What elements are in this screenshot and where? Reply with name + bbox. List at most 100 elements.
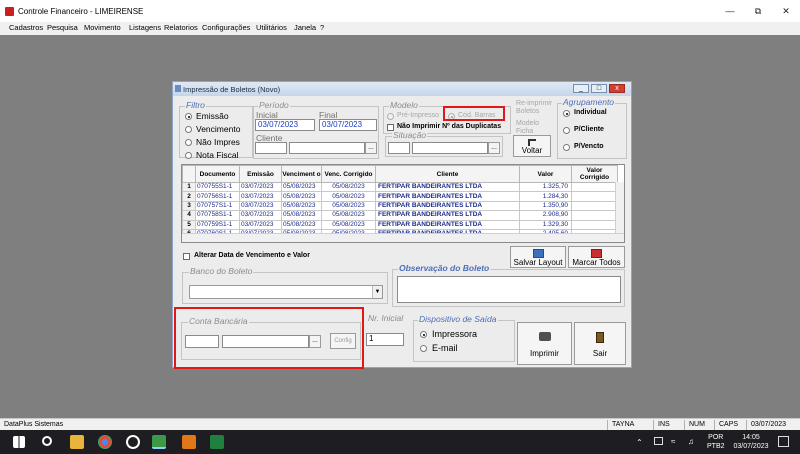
marcar-todos-button[interactable]: Marcar Todos (568, 246, 625, 268)
notification-icon[interactable] (778, 436, 789, 447)
pre-impresso-radio[interactable] (387, 113, 394, 120)
tray-wifi-icon[interactable]: ≈ (671, 437, 675, 446)
agrup-individual-radio[interactable] (563, 110, 570, 117)
situacao-name-input[interactable] (412, 142, 488, 154)
menu-relatorios[interactable]: Relatorios (164, 23, 198, 32)
grid-header-emissao[interactable]: Emissão (239, 165, 282, 183)
voltar-button[interactable]: Voltar (513, 135, 551, 157)
status-bar: DataPlus Sistemas TAYNA INS NUM CAPS 03/… (0, 418, 800, 430)
filtro-vencimento-radio[interactable] (185, 126, 192, 133)
tray-language[interactable]: POR PTB2 (707, 433, 725, 451)
menu-listagens[interactable]: Listagens (129, 23, 161, 32)
filtro-nao-impres-radio[interactable] (185, 139, 192, 146)
data-inicial-input[interactable]: 03/07/2023 (255, 119, 315, 131)
agrup-vencto-radio[interactable] (563, 144, 570, 151)
menu-pesquisa[interactable]: Pesquisa (47, 23, 78, 32)
menu-configuracoes[interactable]: Configurações (202, 23, 250, 32)
row-number: 3 (182, 200, 196, 212)
grid-header-indicator (182, 165, 196, 183)
table-row[interactable]: 3 070757S1-1 03/07/2023 05/08/2023 05/08… (182, 200, 618, 212)
situacao-legend: Situação (392, 130, 428, 140)
situacao-code-input[interactable] (388, 142, 410, 154)
alterar-data-checkbox[interactable] (183, 253, 190, 260)
imprimir-label: Imprimir (530, 349, 559, 358)
tray-lang-code: POR (708, 434, 724, 441)
menu-cadastros[interactable]: Cadastros (9, 23, 43, 32)
menu-help[interactable]: ? (320, 23, 324, 32)
row-number: 1 (182, 181, 196, 193)
cell-vencimento: 05/08/2023 (281, 191, 322, 202)
imprimir-button[interactable]: Imprimir (517, 322, 572, 365)
app-title: Controle Financeiro - LIMEIRENSE (18, 7, 144, 16)
app-icon (5, 7, 14, 16)
dialog-minimize-icon[interactable]: _ (573, 84, 589, 93)
banco-legend: Banco do Boleto (189, 266, 254, 276)
dialog-maximize-icon[interactable]: □ (591, 84, 607, 93)
grid-header-vencimento[interactable]: Venciment o (281, 165, 322, 183)
nao-imprimir-label: Não Imprimir Nº das Duplicatas (397, 123, 502, 130)
financeiro-app-icon[interactable] (152, 435, 166, 449)
salvar-layout-button[interactable]: Salvar Layout (510, 246, 566, 268)
close-icon[interactable]: ✕ (778, 6, 794, 16)
cell-valor: 1.329,30 (519, 219, 572, 230)
excel-icon[interactable] (210, 435, 224, 449)
save-layout-icon (532, 249, 544, 258)
nr-inicial-input[interactable]: 1 (366, 333, 404, 346)
table-row[interactable]: 2 070756S1-1 03/07/2023 05/08/2023 05/08… (182, 191, 618, 202)
filtro-nota-fiscal-radio[interactable] (185, 152, 192, 159)
menu-janela[interactable]: Janela (294, 23, 316, 32)
nr-inicial-label: Nr. Inicial (367, 313, 405, 323)
cell-vencimento: 05/08/2023 (281, 200, 322, 212)
grid-header-documento[interactable]: Documento (195, 165, 240, 183)
search-icon[interactable] (42, 436, 52, 446)
chevron-down-icon: ▼ (372, 286, 382, 298)
cell-emissao: 03/07/2023 (239, 191, 282, 202)
impressora-radio[interactable] (420, 331, 427, 338)
grid-horizontal-scrollbar[interactable] (182, 233, 624, 242)
agrup-cliente-radio[interactable] (563, 127, 570, 134)
cliente-name-input[interactable] (289, 142, 365, 154)
situacao-search-button[interactable]: ... (488, 142, 500, 154)
tray-network-icon[interactable] (654, 437, 663, 445)
grid-header-valor[interactable]: Valor (519, 165, 572, 183)
file-explorer-icon[interactable] (70, 435, 84, 449)
cell-valor-corrigido (571, 181, 618, 193)
tray-volume-icon[interactable]: ♫ (688, 437, 694, 446)
tray-layout-code: PTB2 (707, 443, 725, 450)
dispositivo-group: Dispositivo de Saída Impressora E-mail (413, 315, 515, 362)
tray-chevron-up-icon[interactable]: ⌃ (636, 438, 643, 447)
cell-valor: 1.350,90 (519, 200, 572, 212)
cell-emissao: 03/07/2023 (239, 200, 282, 212)
grid-header-valor-corrigido[interactable]: Valor Corrigido (571, 165, 618, 183)
cliente-search-button[interactable]: ... (365, 142, 377, 154)
pre-impresso-label: Pré-Impresso (397, 112, 440, 119)
email-label: E-mail (432, 343, 458, 353)
windows-start-icon[interactable] (13, 436, 25, 448)
observacao-group: Observação do Boleto (392, 264, 625, 307)
chrome-icon[interactable] (98, 435, 112, 449)
email-radio[interactable] (420, 345, 427, 352)
restore-icon[interactable]: ⧉ (750, 6, 766, 16)
minimize-icon[interactable]: — (722, 6, 738, 16)
grid-header-venc-corrigido[interactable]: Venc. Corrigido (321, 165, 376, 183)
menu-utilitarios[interactable]: Utilitários (256, 23, 287, 32)
cell-valor-corrigido (571, 210, 618, 221)
table-row[interactable]: 4 070758S1-1 03/07/2023 05/08/2023 05/08… (182, 210, 618, 221)
menu-movimento[interactable]: Movimento (84, 23, 121, 32)
observacao-textarea[interactable] (397, 276, 621, 303)
app-orange-icon[interactable] (182, 435, 196, 449)
table-row[interactable]: 1 070755S1-1 03/07/2023 05/08/2023 05/08… (182, 181, 618, 193)
sair-button[interactable]: Sair (574, 322, 626, 365)
agrup-cliente-label: P/Cliente (574, 126, 604, 133)
grid-vertical-scrollbar[interactable] (615, 182, 624, 234)
dialog-close-icon[interactable]: x (609, 84, 625, 93)
filtro-emissao-radio[interactable] (185, 113, 192, 120)
data-final-input[interactable]: 03/07/2023 (319, 119, 377, 131)
grid-header-cliente[interactable]: Cliente (375, 165, 520, 183)
tray-clock[interactable]: 14:05 03/07/2023 (732, 433, 770, 451)
table-row[interactable]: 5 070759S1-1 03/07/2023 05/08/2023 05/08… (182, 219, 618, 230)
app-circle-icon[interactable] (126, 435, 140, 449)
boletos-grid[interactable]: Documento Emissão Venciment o Venc. Corr… (181, 164, 625, 243)
banco-select[interactable]: ▼ (189, 285, 383, 299)
cliente-code-input[interactable] (255, 142, 287, 154)
